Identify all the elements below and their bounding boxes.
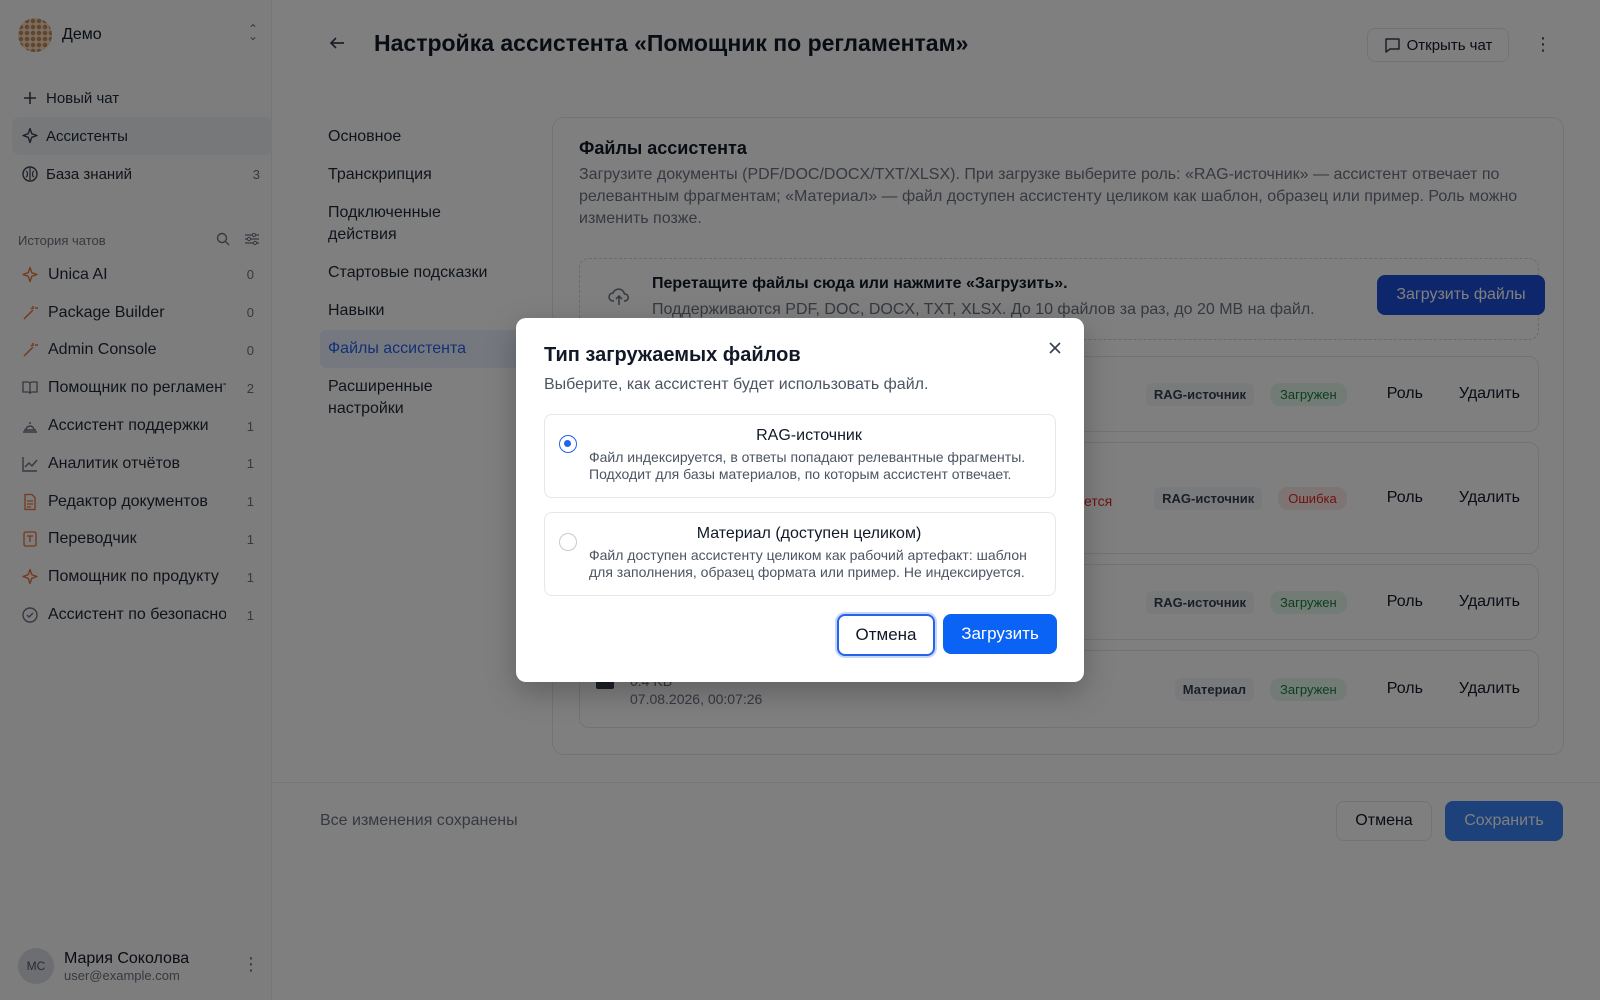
dialog-title: Тип загружаемых файлов <box>544 344 801 366</box>
option-material[interactable]: Материал (доступен целиком) Файл доступе… <box>544 512 1056 596</box>
upload-type-dialog: Тип загружаемых файлов Выберите, как асс… <box>516 318 1084 682</box>
option-title: RAG-источник <box>756 427 862 444</box>
dialog-subtitle: Выберите, как ассистент будет использова… <box>544 376 929 393</box>
dialog-cancel-button[interactable]: Отмена <box>837 614 935 656</box>
close-icon[interactable] <box>1048 338 1062 361</box>
option-rag-source[interactable]: RAG-источник Файл индексируется, в ответ… <box>544 414 1056 498</box>
dialog-upload-button[interactable]: Загрузить <box>943 614 1057 654</box>
radio-unselected[interactable] <box>559 533 577 551</box>
option-description: Файл доступен ассистенту целиком как раб… <box>589 547 1027 580</box>
option-title: Материал (доступен целиком) <box>696 525 922 542</box>
radio-selected[interactable] <box>559 435 577 453</box>
option-description: Файл индексируется, в ответы попадают ре… <box>589 449 1026 482</box>
